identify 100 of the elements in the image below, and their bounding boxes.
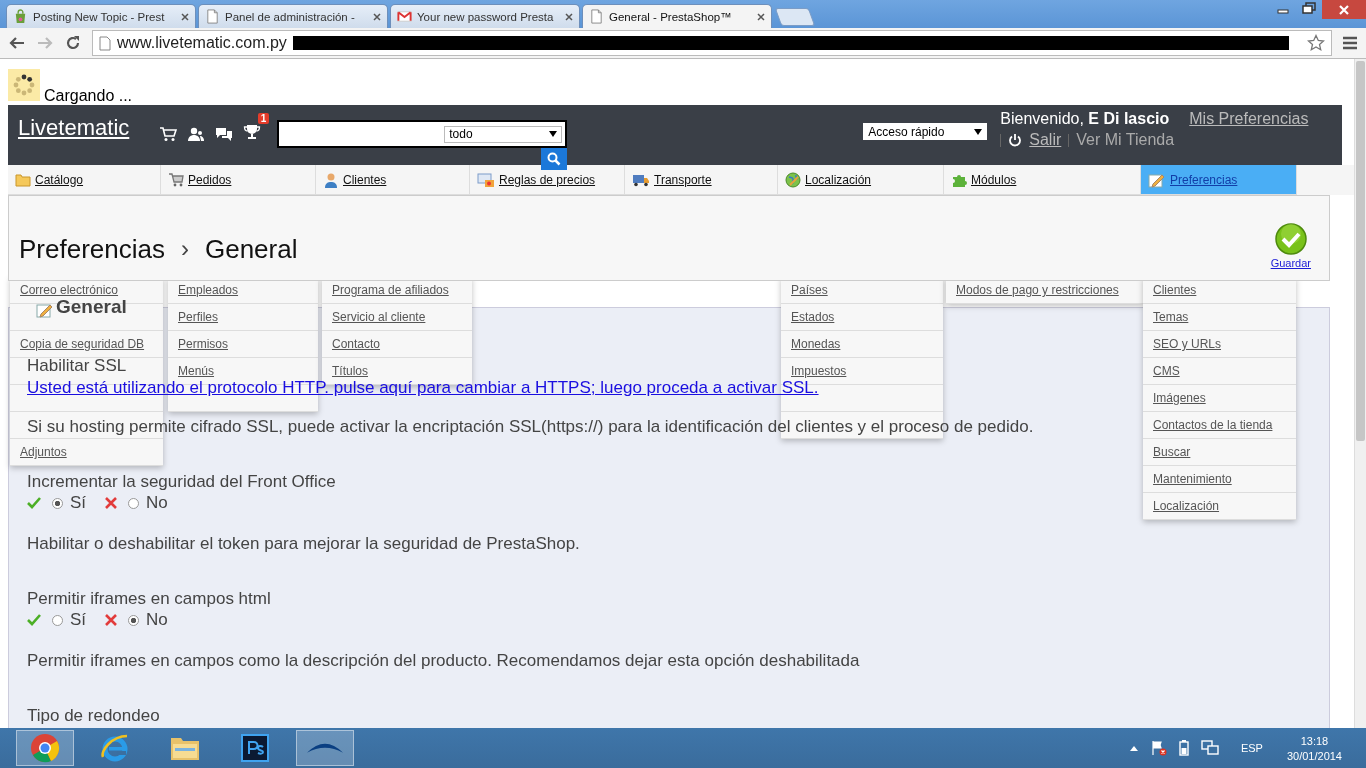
- power-icon[interactable]: [1008, 133, 1023, 147]
- submenu-item[interactable]: Correo electrónico: [20, 283, 119, 297]
- submenu-item[interactable]: Permisos: [178, 337, 228, 351]
- browser-tab[interactable]: Panel de administración -: [198, 4, 388, 28]
- field-label: Permitir iframes en campos html: [27, 589, 271, 609]
- shop-logo[interactable]: Livetematic: [18, 115, 130, 141]
- close-icon[interactable]: [181, 12, 189, 21]
- back-icon[interactable]: [8, 35, 26, 51]
- submenu-item[interactable]: Estados: [791, 310, 835, 324]
- browser-tab[interactable]: Your new password Presta: [390, 4, 580, 28]
- logout-link[interactable]: Salir: [1029, 131, 1062, 149]
- radio-label: Sí: [70, 610, 87, 630]
- reload-icon[interactable]: [64, 34, 82, 52]
- browser-tab[interactable]: General - PrestaShop™: [582, 4, 772, 28]
- breadcrumb-item: Preferencias: [19, 233, 165, 265]
- submenu-item[interactable]: Adjuntos: [20, 445, 67, 459]
- tab-title: General - PrestaShop™: [609, 10, 733, 23]
- card-icon: [477, 171, 495, 188]
- submenu-item[interactable]: Copia de seguridad DB: [20, 337, 145, 351]
- submenu-item[interactable]: Perfiles: [178, 310, 218, 324]
- field-label: Tipo de redondeo: [27, 706, 160, 726]
- cart-icon: [168, 172, 184, 187]
- checkmark-icon: [27, 497, 41, 509]
- cart-icon[interactable]: [159, 126, 178, 142]
- tab-title: Posting New Topic - Prest: [33, 10, 166, 23]
- star-icon[interactable]: [1307, 34, 1325, 52]
- caret-icon: [974, 128, 983, 135]
- folder-icon: [15, 172, 31, 187]
- save-button[interactable]: Guardar: [1270, 223, 1311, 269]
- submenu-item[interactable]: Servicio al cliente: [332, 310, 426, 324]
- my-preferences-link[interactable]: Mis Preferencias: [1189, 110, 1309, 128]
- breadcrumb-separator: ›: [180, 235, 189, 263]
- submenu-item[interactable]: Menús: [178, 364, 215, 378]
- network-icon[interactable]: [1200, 740, 1219, 756]
- address-bar[interactable]: www.livetematic.com.py: [92, 30, 1332, 56]
- notification-badge: 1: [257, 113, 270, 124]
- trophy-icon[interactable]: [243, 123, 262, 141]
- browser-e-icon: [100, 733, 130, 763]
- radio-button[interactable]: [128, 497, 140, 509]
- submenu-item[interactable]: SEO y URLs: [1153, 337, 1221, 351]
- caret-up-icon[interactable]: [1128, 744, 1139, 752]
- browser-tab[interactable]: Posting New Topic - Prest: [6, 4, 196, 28]
- radio-button[interactable]: [52, 497, 63, 509]
- close-icon[interactable]: [565, 12, 573, 21]
- submenu-item[interactable]: Clientes: [1153, 283, 1197, 297]
- submenu-item[interactable]: Buscar: [1153, 445, 1191, 459]
- submenu-item[interactable]: Programa de afiliados: [332, 283, 449, 297]
- mail-icon: [397, 9, 412, 24]
- search-icon: [547, 152, 562, 166]
- clock-date: 30/01/2014: [1286, 749, 1342, 762]
- checkmark-icon: [27, 614, 41, 626]
- radio-label: No: [146, 493, 168, 513]
- submenu-item[interactable]: Modos de pago y restricciones: [956, 283, 1119, 297]
- checkmark-icon: [1274, 223, 1307, 255]
- cross-icon: [105, 614, 118, 626]
- help-text: Permitir iframes en campos como la descripción del producto. Recomendamos dejar esta opción deshabilitada: [27, 651, 860, 671]
- submenu-item[interactable]: Países: [791, 283, 828, 297]
- submenu-item[interactable]: Contactos de la tienda: [1153, 418, 1273, 432]
- language-indicator[interactable]: ESP: [1240, 742, 1263, 754]
- close-window-button[interactable]: [1322, 0, 1366, 19]
- https-link[interactable]: Usted está utilizando el protocolo HTTP. pulse aquí para cambiar a HTTPS; luego proceda a activar SSL.: [27, 378, 819, 397]
- section-title: General: [56, 296, 127, 318]
- page-icon: [589, 9, 604, 24]
- nav-tab[interactable]: Preferencias: [1141, 165, 1297, 195]
- close-icon: [1338, 3, 1350, 16]
- submenu-item[interactable]: Monedas: [791, 337, 841, 351]
- taskbar-app[interactable]: [296, 730, 354, 766]
- radio-label: No: [146, 610, 168, 630]
- person-icon: [323, 171, 339, 188]
- search-field[interactable]: todo: [277, 120, 568, 148]
- submenu-item[interactable]: Impuestos: [791, 364, 847, 378]
- submenu-item[interactable]: Localización: [1153, 499, 1220, 513]
- submenu-item[interactable]: Contacto: [332, 337, 381, 351]
- battery-icon[interactable]: [1178, 740, 1189, 756]
- quick-access-select[interactable]: Acceso rápido: [863, 123, 988, 140]
- spinner-icon: [8, 69, 40, 101]
- flag-icon[interactable]: [1150, 740, 1167, 756]
- submenu-item[interactable]: Empleados: [178, 283, 239, 297]
- view-shop-link[interactable]: Ver Mi Tienda: [1076, 131, 1175, 149]
- truck-icon: [632, 172, 650, 187]
- search-button[interactable]: [541, 148, 568, 170]
- submenu-item[interactable]: Temas: [1153, 310, 1189, 324]
- scrollbar[interactable]: [1354, 59, 1366, 728]
- radio-button[interactable]: [128, 614, 140, 626]
- radio-button[interactable]: [52, 614, 63, 626]
- menu-icon[interactable]: [1342, 36, 1358, 50]
- taskbar-app[interactable]: [16, 730, 74, 766]
- submenu-item[interactable]: Imágenes: [1153, 391, 1206, 405]
- cross-icon: [105, 497, 118, 509]
- users-icon[interactable]: [187, 126, 206, 142]
- search-scope-select[interactable]: todo: [444, 125, 563, 143]
- submenu-item[interactable]: CMS: [1153, 364, 1180, 378]
- close-icon[interactable]: [373, 12, 381, 21]
- chat-icon[interactable]: [215, 126, 234, 142]
- submenu-item[interactable]: Mantenimiento: [1153, 472, 1232, 486]
- url-text: www.livetematic.com.py: [117, 34, 287, 52]
- help-text: Si su hosting permite cifrado SSL, puede activar la encriptación SSL(https://) para la identificación del clientes y el proceso de pedido.: [27, 417, 1034, 437]
- close-icon[interactable]: [757, 12, 765, 21]
- submenu-item[interactable]: Títulos: [332, 364, 368, 378]
- ps-app-icon: [241, 734, 269, 762]
